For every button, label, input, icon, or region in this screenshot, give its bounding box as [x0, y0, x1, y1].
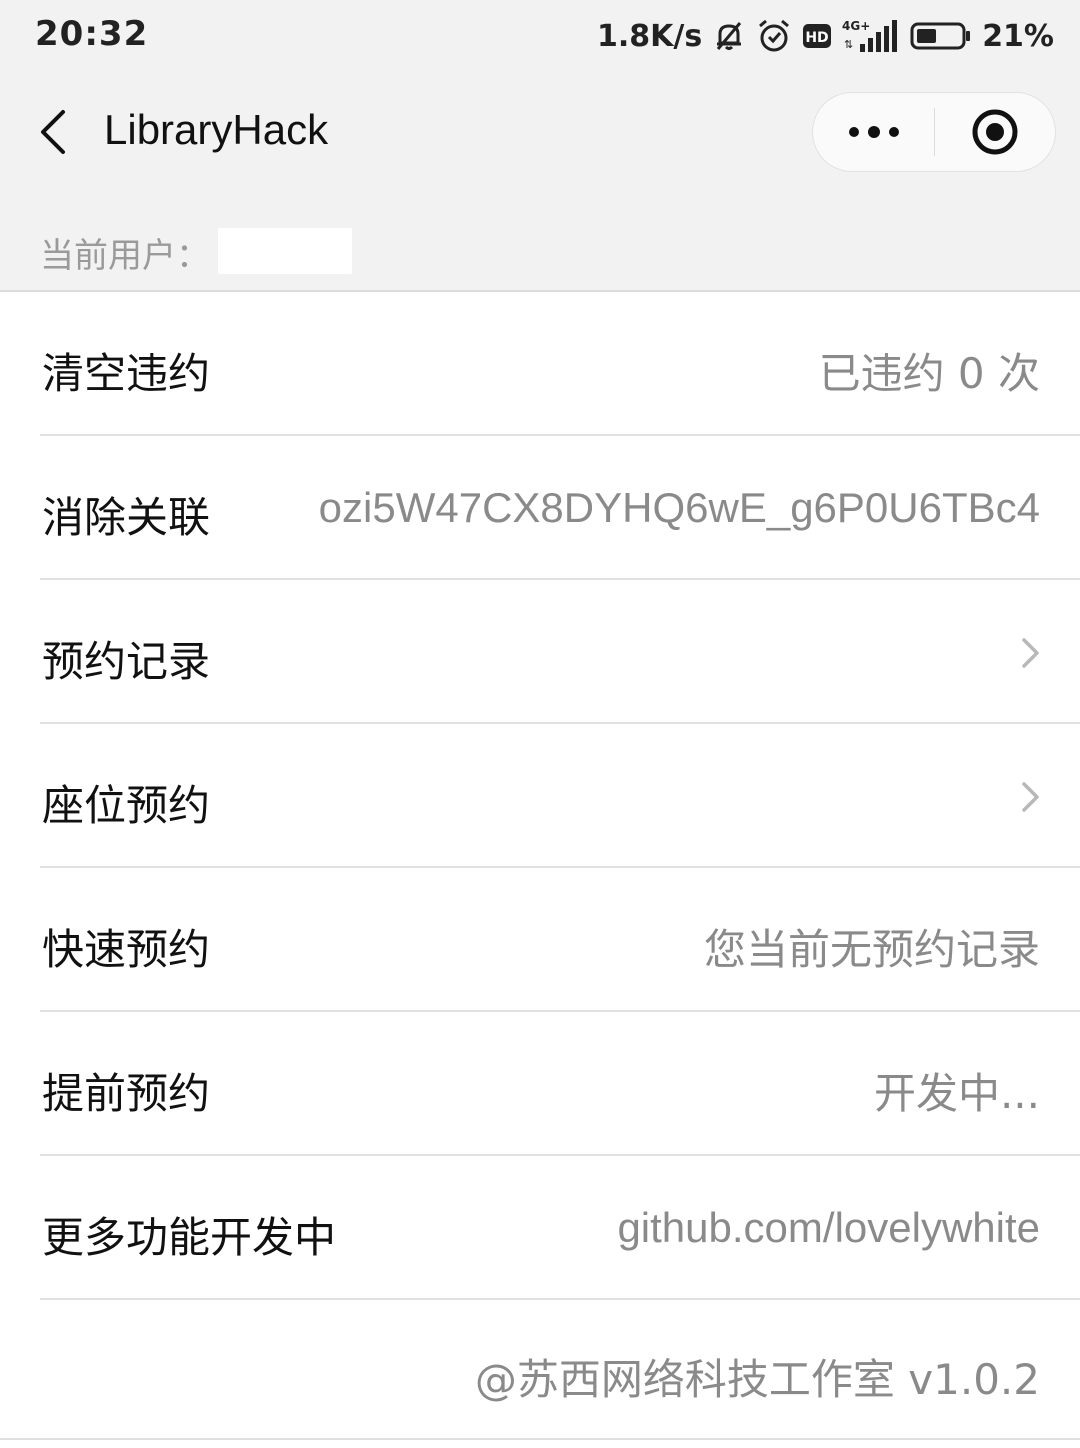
- status-time: 20:32: [35, 14, 149, 54]
- mute-bell-icon: [712, 19, 746, 53]
- separator: [40, 1298, 1080, 1300]
- alarm-icon: [756, 18, 792, 54]
- cell-title: 提前预约: [42, 1069, 211, 1118]
- status-bar: 20:32 1.8K/s HD 4G+ ⇅ 21%: [0, 0, 1080, 72]
- current-user-value: [218, 228, 352, 274]
- cell-value: 已违约 0 次: [818, 349, 1040, 398]
- cell-clear-violations[interactable]: 清空违约 已违约 0 次: [0, 292, 1080, 436]
- cell-title: 清空违约: [42, 349, 211, 398]
- cell-value: github.com/lovelywhite: [617, 1204, 1040, 1251]
- network-speed: 1.8K/s: [596, 18, 703, 54]
- hd-label: HD: [806, 30, 829, 46]
- cell-advance-reservation[interactable]: 提前预约 开发中...: [0, 1012, 1080, 1156]
- cell-unbind[interactable]: 消除关联 ozi5W47CX8DYHQ6wE_g6P0U6TBc4: [0, 436, 1080, 580]
- cell-title: 快速预约: [42, 925, 211, 974]
- page-title: LibraryHack: [104, 106, 329, 153]
- cell-value: ozi5W47CX8DYHQ6wE_g6P0U6TBc4: [318, 484, 1040, 531]
- cell-title: 座位预约: [42, 781, 211, 830]
- footer-credit: @苏西网络科技工作室 v1.0.2: [474, 1355, 1040, 1404]
- settings-list: 清空违约 已违约 0 次 消除关联 ozi5W47CX8DYHQ6wE_g6P0…: [0, 290, 1080, 1448]
- network-type: 4G+: [842, 19, 870, 33]
- cell-title: 消除关联: [42, 493, 211, 542]
- chevron-right-icon: [1022, 638, 1039, 668]
- battery-percent: 21%: [982, 18, 1054, 54]
- cell-seat-reservation[interactable]: 座位预约: [0, 724, 1080, 868]
- svg-text:⇅: ⇅: [844, 38, 853, 51]
- hd-icon: HD: [802, 22, 832, 50]
- nav-bar: LibraryHack: [0, 72, 1080, 192]
- bottom-divider: [0, 1438, 1080, 1440]
- battery-icon: [910, 21, 972, 51]
- cell-title: 更多功能开发中: [42, 1213, 337, 1262]
- cell-more-features[interactable]: 更多功能开发中 github.com/lovelywhite: [0, 1156, 1080, 1300]
- more-button[interactable]: [813, 92, 934, 172]
- record-circle-icon: [972, 109, 1018, 155]
- back-button[interactable]: [30, 104, 74, 160]
- chevron-right-icon: [1022, 782, 1039, 812]
- status-indicators: 1.8K/s HD 4G+ ⇅ 21%: [597, 14, 1054, 58]
- cell-quick-reservation[interactable]: 快速预约 您当前无预约记录: [0, 868, 1080, 1012]
- mini-program-capsule: [812, 92, 1056, 172]
- close-button[interactable]: [935, 92, 1055, 172]
- chevron-left-icon: [41, 110, 65, 154]
- cell-reservation-records[interactable]: 预约记录: [0, 580, 1080, 724]
- signal-icon: 4G+ ⇅: [842, 18, 900, 54]
- cell-title: 预约记录: [42, 637, 211, 686]
- current-user-label: 当前用户：: [40, 236, 210, 276]
- more-dots-icon: [848, 126, 899, 138]
- current-user-row: 当前用户：: [0, 192, 1080, 290]
- cell-value: 您当前无预约记录: [703, 925, 1040, 974]
- cell-value: 开发中...: [873, 1069, 1040, 1118]
